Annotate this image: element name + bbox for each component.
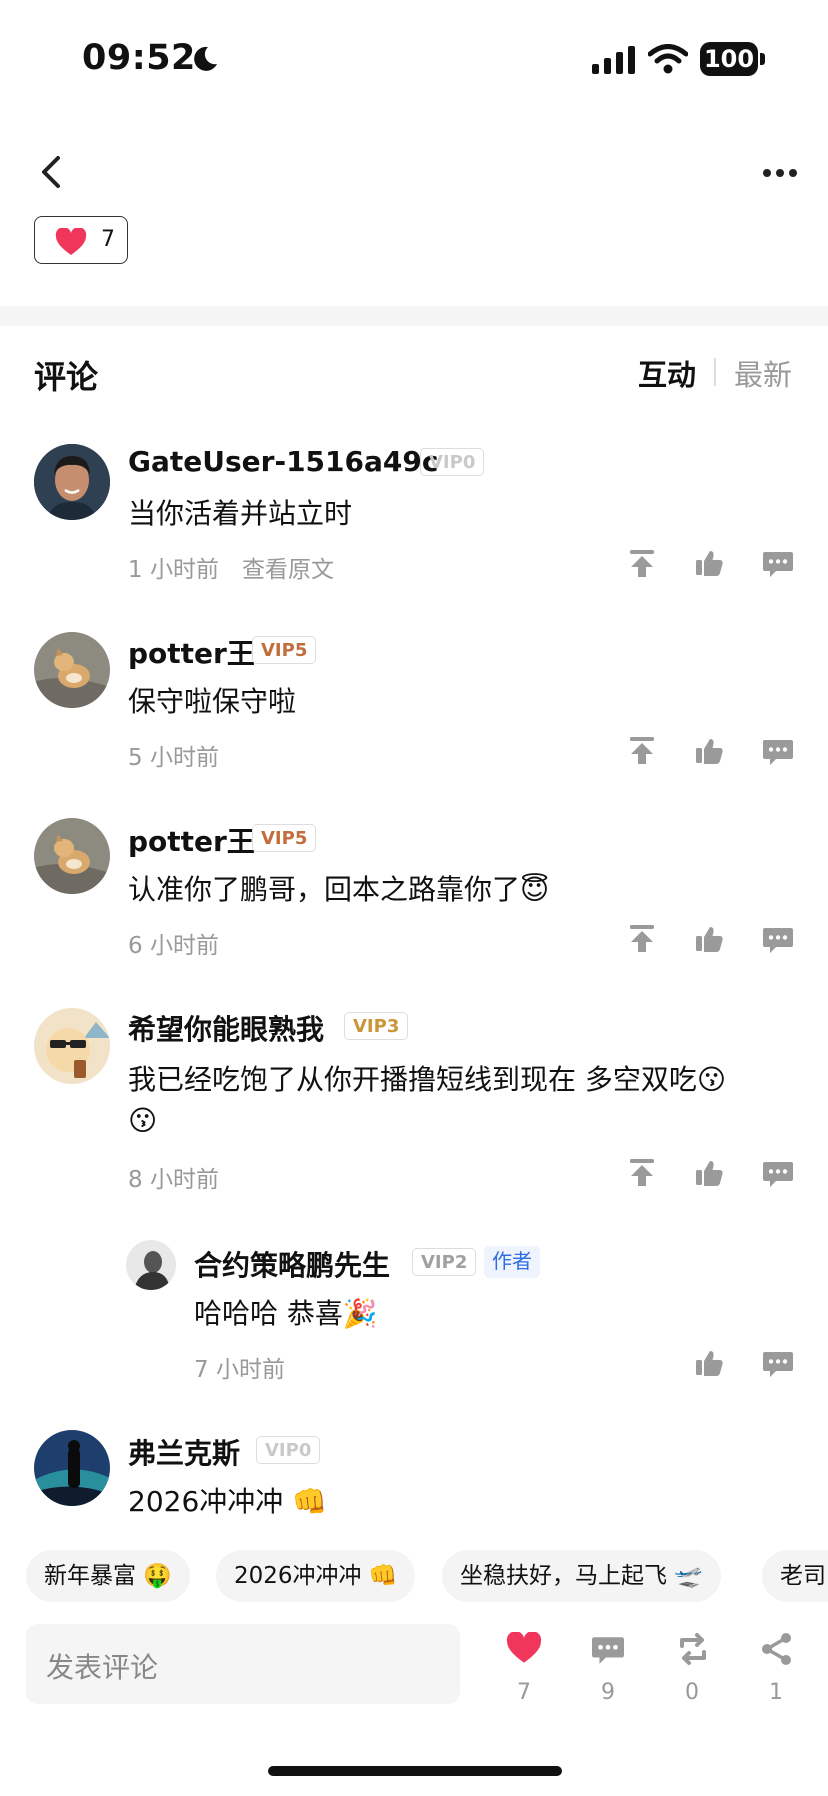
- post-like-button[interactable]: 7: [34, 216, 128, 264]
- tab-interact[interactable]: 互动: [638, 352, 696, 394]
- avatar[interactable]: [34, 1008, 110, 1084]
- comment-time: 5 小时前: [128, 745, 219, 771]
- thumbs-up-icon[interactable]: [694, 1158, 724, 1188]
- pin-icon[interactable]: [627, 923, 657, 953]
- quick-reply-chip[interactable]: 坐稳扶好，马上起飞 🛫: [442, 1550, 721, 1602]
- like-count: 7: [517, 1680, 531, 1705]
- comment-text: 我已经吃饱了从你开播撸短线到现在 多空双吃😗: [128, 1063, 727, 1096]
- author-badge: 作者: [484, 1246, 540, 1278]
- battery-tip: [760, 53, 765, 65]
- battery-indicator: 100: [700, 42, 758, 76]
- comment-text: 保守啦保守啦: [128, 685, 297, 718]
- comments-title: 评论: [34, 358, 99, 396]
- reply-icon[interactable]: [762, 549, 794, 579]
- vip-badge: VIP3: [344, 1012, 409, 1040]
- wifi-icon: [648, 44, 688, 74]
- repost-icon[interactable]: [676, 1632, 710, 1666]
- comment-time: 6 小时前: [128, 933, 219, 959]
- comment-text: 当你活着并站立时: [128, 497, 353, 530]
- pin-icon[interactable]: [627, 735, 657, 765]
- thumbs-up-icon[interactable]: [694, 548, 724, 578]
- tab-latest[interactable]: 最新: [734, 352, 792, 394]
- comment-input-placeholder: 发表评论: [46, 1651, 159, 1684]
- thumbs-up-icon[interactable]: [694, 924, 724, 954]
- signal-icon: [592, 46, 635, 74]
- comment-icon[interactable]: [590, 1634, 626, 1666]
- comment-author-name[interactable]: 合约策略鹏先生: [194, 1244, 390, 1284]
- avatar[interactable]: [34, 818, 110, 894]
- tab-separator: [714, 358, 716, 386]
- quick-reply-chip[interactable]: 老司: [762, 1550, 828, 1602]
- comment-time: 8 小时前: [128, 1167, 219, 1193]
- comment-author-name[interactable]: 希望你能眼熟我: [128, 1008, 324, 1048]
- reply-icon[interactable]: [762, 1349, 794, 1379]
- moon-icon: [194, 46, 217, 71]
- status-time: 09:52: [82, 38, 196, 78]
- comment-author-name[interactable]: potter王: [128, 820, 255, 860]
- pin-icon[interactable]: [627, 1157, 657, 1187]
- comment-author-name[interactable]: 弗兰克斯: [128, 1432, 240, 1472]
- reply-icon[interactable]: [762, 737, 794, 767]
- reply-icon[interactable]: [762, 1159, 794, 1189]
- home-indicator: [268, 1766, 562, 1776]
- comment-text-continued: 😗: [128, 1104, 158, 1137]
- heart-icon: [55, 228, 87, 255]
- back-icon[interactable]: [38, 154, 64, 190]
- vip-badge: VIP0: [420, 448, 485, 476]
- comment-time: 7 小时前: [194, 1357, 285, 1383]
- vip-badge: VIP5: [252, 636, 317, 664]
- thumbs-up-icon[interactable]: [694, 1348, 724, 1378]
- share-count: 1: [769, 1680, 783, 1705]
- comment-text: 哈哈哈 恭喜🎉: [194, 1297, 378, 1330]
- comment-time: 1 小时前: [128, 557, 219, 583]
- vip-badge: VIP2: [412, 1248, 477, 1276]
- avatar[interactable]: [126, 1240, 176, 1290]
- post-like-count: 7: [101, 227, 115, 252]
- repost-count: 0: [685, 1680, 699, 1705]
- comment-count: 9: [601, 1680, 615, 1705]
- more-options-icon[interactable]: [762, 168, 798, 178]
- avatar[interactable]: [34, 444, 110, 520]
- heart-icon[interactable]: [506, 1632, 542, 1664]
- quick-reply-chip[interactable]: 新年暴富 🤑: [26, 1550, 190, 1602]
- thumbs-up-icon[interactable]: [694, 736, 724, 766]
- avatar[interactable]: [34, 1430, 110, 1506]
- comment-author-name[interactable]: GateUser-1516a49c: [128, 445, 438, 478]
- comment-text: 2026冲冲冲 👊: [128, 1485, 328, 1518]
- comment-text: 认准你了鹏哥，回本之路靠你了😇: [128, 873, 550, 906]
- vip-badge: VIP0: [256, 1436, 321, 1464]
- pin-icon[interactable]: [627, 548, 657, 578]
- comment-author-name[interactable]: potter王: [128, 632, 255, 672]
- reply-icon[interactable]: [762, 925, 794, 955]
- vip-badge: VIP5: [252, 824, 317, 852]
- share-icon[interactable]: [760, 1632, 794, 1666]
- quick-reply-chip[interactable]: 2026冲冲冲 👊: [216, 1550, 416, 1602]
- view-original-link[interactable]: 查看原文: [242, 550, 334, 584]
- section-divider: [0, 306, 828, 326]
- avatar[interactable]: [34, 632, 110, 708]
